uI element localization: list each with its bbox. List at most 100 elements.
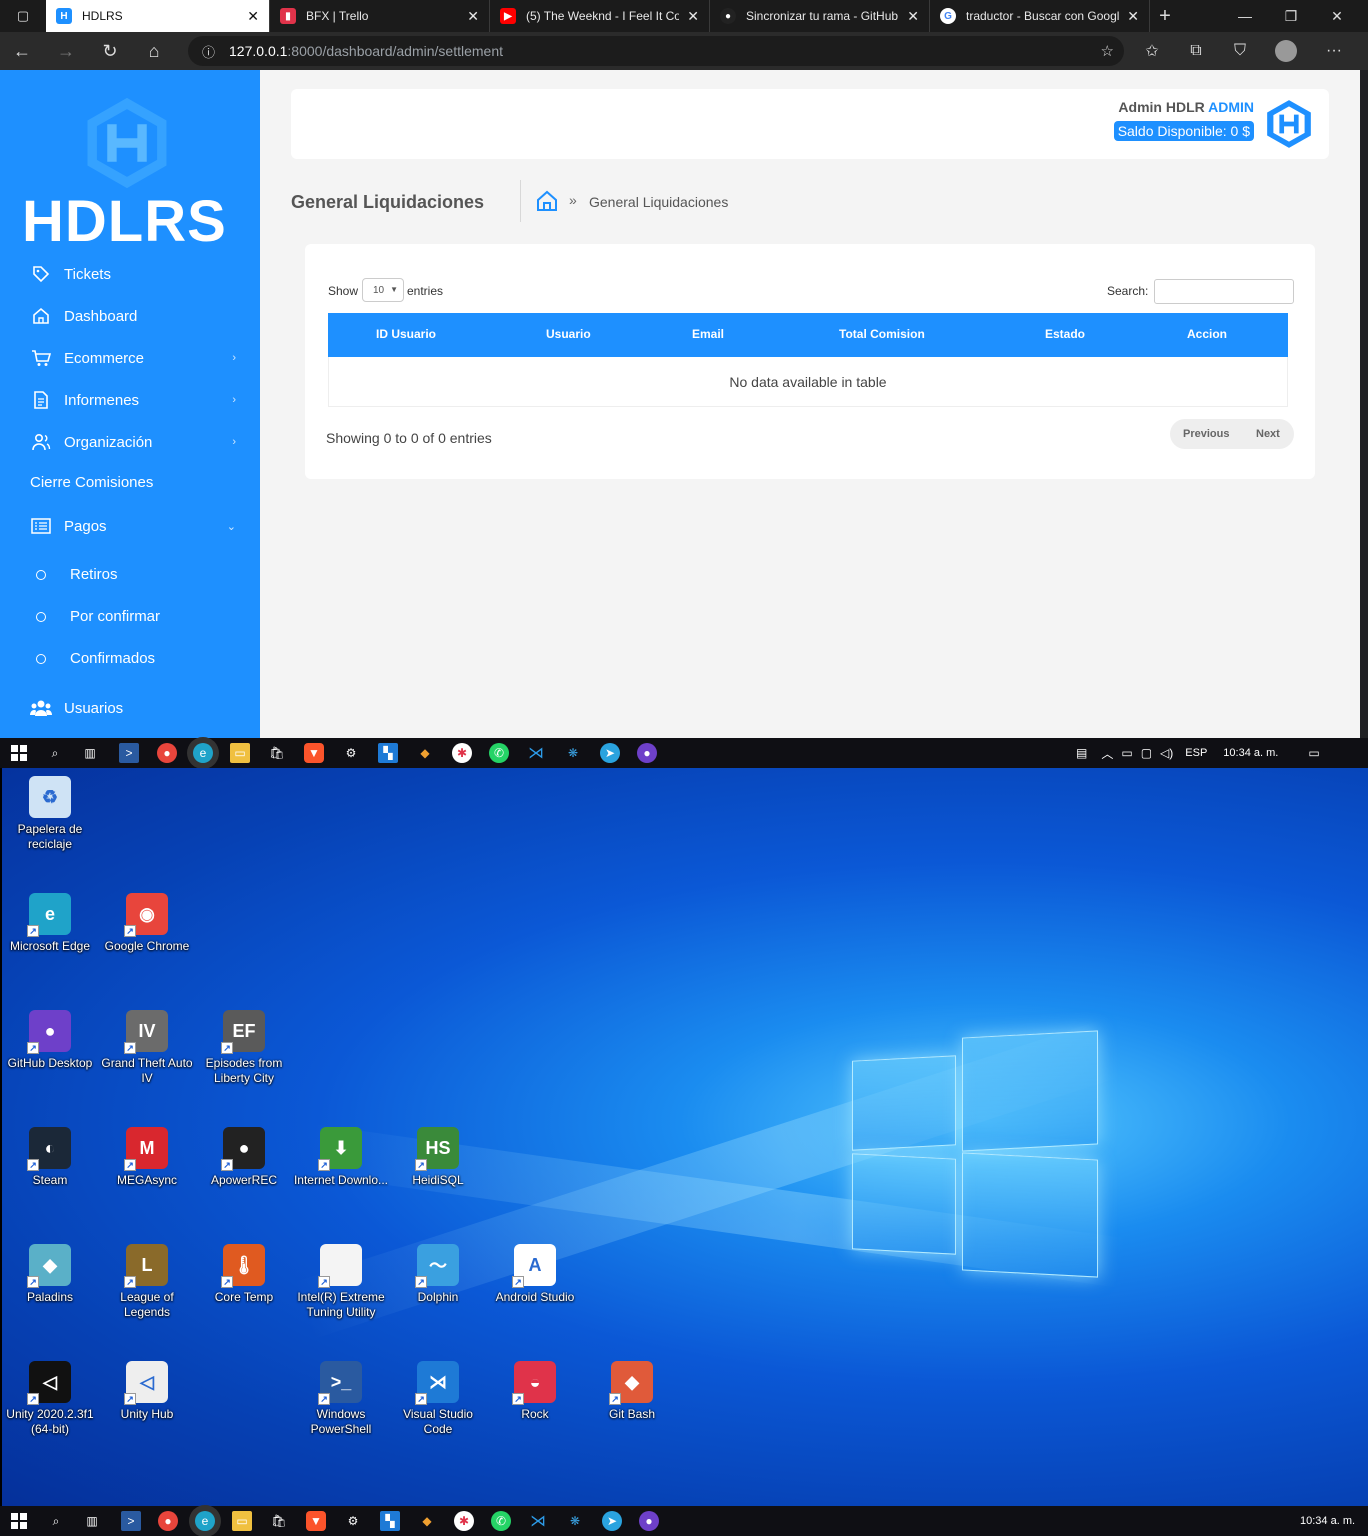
powershell-icon[interactable]: >: [121, 1511, 141, 1531]
notifications-icon[interactable]: ▭: [1308, 746, 1319, 760]
whatsapp-icon[interactable]: ✆: [491, 1511, 511, 1531]
tab-google[interactable]: G traductor - Buscar con Googl ✕: [930, 0, 1150, 32]
github-desktop-icon[interactable]: ●: [639, 1511, 659, 1531]
info-icon[interactable]: ⓘ: [202, 42, 215, 61]
desktop-icon[interactable]: 🌡 ↗ Core Temp: [196, 1244, 292, 1305]
desktop-icon[interactable]: A ↗ Android Studio: [487, 1244, 583, 1305]
favorites-icon[interactable]: ✩: [1130, 32, 1174, 70]
desktop-icon[interactable]: HS ↗ HeidiSQL: [390, 1127, 486, 1188]
desktop-icon[interactable]: L ↗ League of Legends: [99, 1244, 195, 1320]
search-icon[interactable]: ⌕: [45, 743, 65, 763]
sidebar-subitem-por-confirmar[interactable]: Por confirmar: [36, 608, 160, 625]
settings-icon[interactable]: ⚙: [343, 1511, 363, 1531]
tab-hdlrs[interactable]: H HDLRS ✕: [46, 0, 270, 32]
volume-icon[interactable]: ◁): [1160, 746, 1173, 760]
vscode-icon[interactable]: ⋊: [528, 1511, 548, 1531]
desktop-icon[interactable]: ◐ ↗ Steam: [2, 1127, 98, 1188]
desktop-icon[interactable]: ◆ ↗ Git Bash: [584, 1361, 680, 1422]
tab-actions-icon[interactable]: ▢: [0, 0, 46, 32]
profile-avatar[interactable]: [1264, 32, 1308, 70]
refresh-icon[interactable]: ↻: [88, 32, 132, 70]
avatar[interactable]: [1263, 97, 1315, 151]
sidebar-item-tickets[interactable]: Tickets: [30, 264, 240, 284]
close-icon[interactable]: ✕: [247, 8, 259, 25]
close-icon[interactable]: ✕: [907, 8, 919, 25]
task-view-icon[interactable]: ▥: [80, 743, 100, 763]
store-icon[interactable]: 🛍: [269, 1511, 289, 1531]
back-icon[interactable]: ←: [0, 32, 44, 70]
tab-youtube[interactable]: ▶ (5) The Weeknd - I Feel It Co ✕: [490, 0, 710, 32]
desktop-icon[interactable]: M ↗ MEGAsync: [99, 1127, 195, 1188]
store-icon[interactable]: 🛍: [267, 743, 287, 763]
desktop-icon[interactable]: EF ↗ Episodes from Liberty City: [196, 1010, 292, 1086]
desktop-icon[interactable]: e ↗ Microsoft Edge: [2, 893, 98, 954]
close-icon[interactable]: ✕: [687, 8, 699, 25]
sidebar-item-cierre-comisiones[interactable]: Cierre Comisiones: [30, 474, 240, 491]
network-icon[interactable]: ▢: [1141, 746, 1152, 760]
next-button[interactable]: Next: [1256, 428, 1280, 440]
desktop-icon[interactable]: ↗ Intel(R) Extreme Tuning Utility: [293, 1244, 389, 1320]
brave-icon[interactable]: ▼: [304, 743, 324, 763]
column-header[interactable]: Estado: [1045, 327, 1085, 341]
telegram-icon[interactable]: ➤: [600, 743, 620, 763]
home-browser-icon[interactable]: ⌂: [132, 32, 176, 70]
sidebar-item-ecommerce[interactable]: Ecommerce ›: [30, 348, 240, 368]
sidebar-subitem-confirmados[interactable]: Confirmados: [36, 650, 155, 667]
browser-essentials-icon[interactable]: ⛉: [1218, 32, 1262, 70]
close-window-icon[interactable]: ✕: [1314, 0, 1360, 32]
previous-button[interactable]: Previous: [1183, 428, 1229, 440]
desktop-icon[interactable]: 〜 ↗ Dolphin: [390, 1244, 486, 1305]
task-view-icon[interactable]: ▥: [82, 1511, 102, 1531]
search-icon[interactable]: ⌕: [46, 1511, 66, 1531]
app-icon[interactable]: ◆: [417, 1511, 437, 1531]
desktop-icon[interactable]: ◉ ↗ Google Chrome: [99, 893, 195, 954]
clock[interactable]: 10:34 a. m.: [1300, 1515, 1355, 1527]
slack-icon[interactable]: ✱: [452, 743, 472, 763]
sidebar-item-usuarios[interactable]: Usuarios: [30, 698, 240, 718]
clock[interactable]: 10:34 a. m.: [1223, 747, 1278, 759]
settings-icon[interactable]: ⚙: [341, 743, 361, 763]
tab-github[interactable]: ● Sincronizar tu rama - GitHub ✕: [710, 0, 930, 32]
desktop-icon[interactable]: ◁ ↗ Unity Hub: [99, 1361, 195, 1422]
sidebar-item-organizacion[interactable]: Organización ›: [30, 432, 240, 452]
windows-start-icon[interactable]: [9, 743, 29, 763]
app-icon[interactable]: ◆: [415, 743, 435, 763]
page-size-select[interactable]: 10 ▼: [362, 278, 404, 302]
file-explorer-icon[interactable]: ▭: [232, 1511, 252, 1531]
app-icon[interactable]: ▚: [378, 743, 398, 763]
vscode-icon[interactable]: ⋊: [526, 743, 546, 763]
desktop-icon[interactable]: ◆ ↗ Paladins: [2, 1244, 98, 1305]
desktop-icon[interactable]: >_ ↗ Windows PowerShell: [293, 1361, 389, 1437]
desktop-icon[interactable]: ● ↗ ApowerREC: [196, 1127, 292, 1188]
search-input[interactable]: [1154, 279, 1294, 304]
restore-icon[interactable]: ❐: [1268, 0, 1314, 32]
chrome-icon[interactable]: ●: [158, 1511, 178, 1531]
language-indicator[interactable]: ESP: [1185, 747, 1207, 759]
column-header[interactable]: ID Usuario: [376, 327, 436, 341]
column-header[interactable]: Usuario: [546, 327, 591, 341]
breadcrumb-home-icon[interactable]: [536, 190, 558, 212]
column-header[interactable]: Email: [692, 327, 724, 341]
column-header[interactable]: Accion: [1187, 327, 1227, 341]
app-icon[interactable]: ❋: [563, 743, 583, 763]
news-icon[interactable]: ▤: [1076, 746, 1087, 760]
url-input[interactable]: ⓘ 127.0.0.1:8000/dashboard/admin/settlem…: [188, 36, 1124, 66]
forward-icon[interactable]: →: [44, 32, 88, 70]
close-icon[interactable]: ✕: [467, 8, 479, 25]
desktop-icon[interactable]: ♻ Papelera de reciclaje: [2, 776, 98, 852]
desktop-icon[interactable]: ⋊ ↗ Visual Studio Code: [390, 1361, 486, 1437]
collections-icon[interactable]: ⧉: [1174, 32, 1218, 70]
windows-start-icon[interactable]: [9, 1511, 29, 1531]
new-tab-icon[interactable]: +: [1150, 5, 1180, 28]
minimize-icon[interactable]: —: [1222, 0, 1268, 32]
app-icon[interactable]: ❋: [565, 1511, 585, 1531]
desktop-icon[interactable]: ◒ ↗ Rock: [487, 1361, 583, 1422]
brave-icon[interactable]: ▼: [306, 1511, 326, 1531]
battery-icon[interactable]: ▭: [1121, 746, 1132, 760]
telegram-icon[interactable]: ➤: [602, 1511, 622, 1531]
desktop-icon[interactable]: ◁ ↗ Unity 2020.2.3f1 (64-bit): [2, 1361, 98, 1437]
edge-icon[interactable]: e: [193, 743, 213, 763]
chevron-up-icon[interactable]: ︿: [1101, 745, 1113, 762]
sidebar-item-pagos[interactable]: Pagos ⌄: [30, 516, 240, 536]
github-desktop-icon[interactable]: ●: [637, 743, 657, 763]
